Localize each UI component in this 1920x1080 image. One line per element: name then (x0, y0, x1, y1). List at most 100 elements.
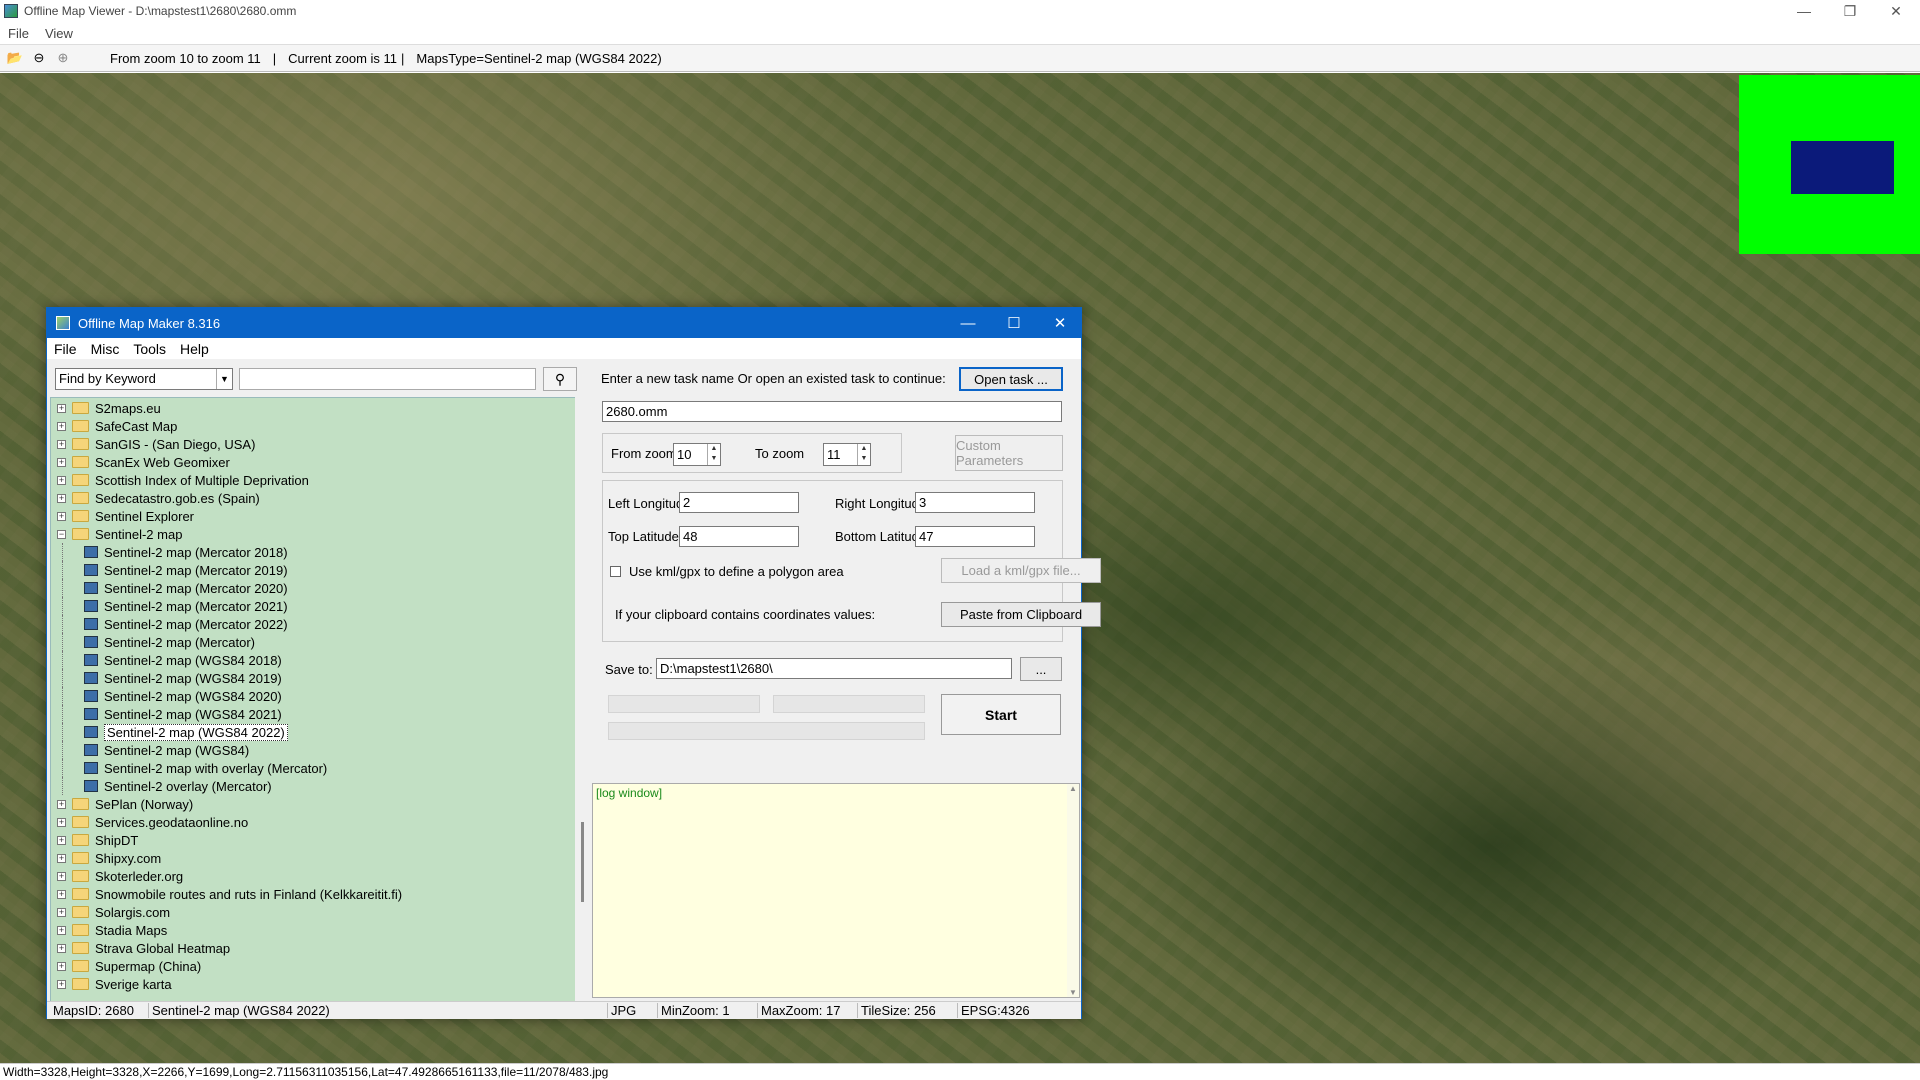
dialog-menu-help[interactable]: Help (173, 341, 216, 357)
tree-node[interactable]: + ShipDT (51, 831, 138, 849)
tree-node[interactable]: − Sentinel-2 map (51, 525, 182, 543)
bottom-latitude-input[interactable]: 47 (915, 526, 1035, 547)
tree-node[interactable]: + Scottish Index of Multiple Deprivation (51, 471, 309, 489)
tree-node-label: Sverige karta (95, 976, 172, 992)
map-source-tree[interactable]: + S2maps.eu + SafeCast Map + SanGIS - (San Di… (50, 397, 578, 1005)
expand-icon[interactable]: + (57, 871, 66, 881)
left-longitude-input[interactable]: 2 (679, 492, 799, 513)
browse-button[interactable]: ... (1020, 657, 1062, 681)
save-path-input[interactable]: D:\mapstest1\2680\ (656, 658, 1012, 679)
tree-node[interactable]: Sentinel-2 map (Mercator 2019) (51, 561, 288, 579)
tree-node[interactable]: Sentinel-2 map (WGS84) (51, 741, 249, 759)
map-icon (84, 654, 98, 666)
right-longitude-input[interactable]: 3 (915, 492, 1035, 513)
tree-node[interactable]: Sentinel-2 map (WGS84 2022) (51, 723, 288, 741)
expand-icon[interactable]: + (57, 943, 66, 953)
expand-icon[interactable]: + (57, 925, 66, 935)
tree-node[interactable]: + Sverige karta (51, 975, 172, 993)
minimap[interactable] (1739, 75, 1920, 254)
zoom-in-icon[interactable]: ⊕ (54, 49, 72, 67)
tree-node[interactable]: + Solargis.com (51, 903, 170, 921)
tree-node[interactable]: + Supermap (China) (51, 957, 201, 975)
tree-node[interactable]: + Stadia Maps (51, 921, 167, 939)
minimize-button[interactable]: — (1781, 0, 1827, 22)
dialog-menu-misc[interactable]: Misc (84, 341, 127, 357)
tree-node[interactable]: Sentinel-2 map (WGS84 2021) (51, 705, 282, 723)
expand-icon[interactable]: + (57, 403, 66, 413)
tree-node[interactable]: Sentinel-2 overlay (Mercator) (51, 777, 272, 795)
close-button[interactable]: ✕ (1873, 0, 1919, 22)
expand-icon[interactable]: + (57, 961, 66, 971)
tree-node[interactable]: + SanGIS - (San Diego, USA) (51, 435, 255, 453)
tree-node[interactable]: Sentinel-2 map with overlay (Mercator) (51, 759, 327, 777)
menu-file[interactable]: File (0, 26, 37, 41)
tree-node[interactable]: + Shipxy.com (51, 849, 161, 867)
dialog-close-button[interactable]: ✕ (1037, 308, 1083, 338)
current-zoom-text: Current zoom is 11 (288, 50, 398, 66)
keyword-search-input[interactable] (239, 368, 536, 390)
expand-icon[interactable]: + (57, 817, 66, 827)
tree-node[interactable]: + Skoterleder.org (51, 867, 183, 885)
tree-node[interactable]: + Snowmobile routes and ruts in Finland (… (51, 885, 402, 903)
zoom-out-icon[interactable]: ⊖ (30, 49, 48, 67)
paste-from-clipboard-button[interactable]: Paste from Clipboard (941, 602, 1101, 627)
tree-node[interactable]: Sentinel-2 map (WGS84 2019) (51, 669, 282, 687)
spinner-arrows-icon[interactable]: ▲ ▼ (857, 444, 870, 465)
kml-checkbox[interactable] (610, 566, 621, 577)
tree-node[interactable]: + ScanEx Web Geomixer (51, 453, 230, 471)
dialog-menu-file[interactable]: File (47, 341, 84, 357)
tree-node[interactable]: + Services.geodataonline.no (51, 813, 248, 831)
tree-node[interactable]: + SePlan (Norway) (51, 795, 193, 813)
tree-node[interactable]: Sentinel-2 map (WGS84 2018) (51, 651, 282, 669)
scroll-up-icon[interactable]: ▲ (1069, 784, 1077, 793)
tree-node[interactable]: Sentinel-2 map (Mercator 2021) (51, 597, 288, 615)
tree-node[interactable]: Sentinel-2 map (Mercator) (51, 633, 255, 651)
from-zoom-spinner[interactable]: 10 ▲ ▼ (673, 443, 721, 466)
collapse-icon[interactable]: − (57, 529, 66, 539)
search-button[interactable]: ⚲ (543, 367, 577, 391)
scrollbar-thumb[interactable] (581, 822, 584, 902)
chevron-down-icon[interactable]: ▼ (216, 369, 232, 389)
scroll-down-icon[interactable]: ▼ (1069, 988, 1077, 997)
tree-node[interactable]: Sentinel-2 map (Mercator 2020) (51, 579, 288, 597)
expand-icon[interactable]: + (57, 439, 66, 449)
expand-icon[interactable]: + (57, 799, 66, 809)
expand-icon[interactable]: + (57, 889, 66, 899)
tree-scrollbar[interactable] (575, 397, 590, 1005)
expand-icon[interactable]: + (57, 853, 66, 863)
minimap-viewport[interactable] (1791, 141, 1894, 194)
expand-icon[interactable]: + (57, 421, 66, 431)
tree-node[interactable]: Sentinel-2 map (Mercator 2018) (51, 543, 288, 561)
tree-node[interactable]: Sentinel-2 map (WGS84 2020) (51, 687, 282, 705)
search-mode-select[interactable]: Find by Keyword ▼ (55, 368, 233, 390)
dialog-menu-tools[interactable]: Tools (126, 341, 173, 357)
expand-icon[interactable]: + (57, 835, 66, 845)
expand-icon[interactable]: + (57, 457, 66, 467)
to-zoom-spinner[interactable]: 11 ▲ ▼ (823, 443, 871, 466)
custom-parameters-button[interactable]: Custom Parameters (955, 435, 1063, 471)
expand-icon[interactable]: + (57, 511, 66, 521)
expand-icon[interactable]: + (57, 907, 66, 917)
maximize-button[interactable]: ❐ (1827, 0, 1873, 22)
tree-node[interactable]: + Sentinel Explorer (51, 507, 194, 525)
dialog-maximize-button[interactable]: ☐ (991, 308, 1037, 338)
log-window[interactable]: [log window] ▲ ▼ (592, 783, 1080, 998)
expand-icon[interactable]: + (57, 979, 66, 989)
dialog-minimize-button[interactable]: — (945, 308, 991, 338)
tree-node[interactable]: + Strava Global Heatmap (51, 939, 230, 957)
tree-node[interactable]: + Sedecatastro.gob.es (Spain) (51, 489, 260, 507)
open-task-button[interactable]: Open task ... (959, 367, 1063, 391)
task-name-input[interactable]: 2680.omm (602, 401, 1062, 422)
start-button[interactable]: Start (941, 694, 1061, 735)
top-latitude-input[interactable]: 48 (679, 526, 799, 547)
expand-icon[interactable]: + (57, 493, 66, 503)
tree-node[interactable]: Sentinel-2 map (Mercator 2022) (51, 615, 288, 633)
load-kml-button[interactable]: Load a kml/gpx file... (941, 558, 1101, 583)
menu-view[interactable]: View (37, 26, 81, 41)
tree-node[interactable]: + SafeCast Map (51, 417, 177, 435)
expand-icon[interactable]: + (57, 475, 66, 485)
open-folder-icon[interactable]: 📂 (6, 49, 24, 67)
spinner-arrows-icon[interactable]: ▲ ▼ (707, 444, 720, 465)
tree-node[interactable]: + S2maps.eu (51, 399, 161, 417)
log-scrollbar[interactable]: ▲ ▼ (1067, 784, 1079, 997)
